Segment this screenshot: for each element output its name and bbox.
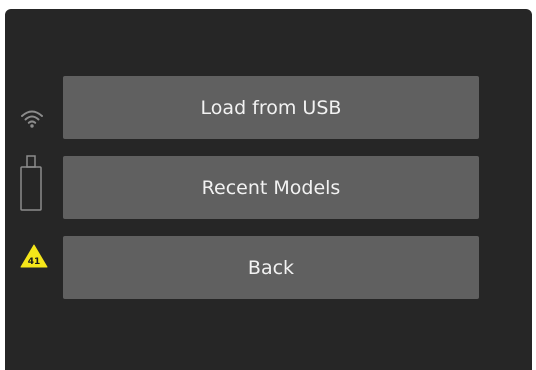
printer-screen: 41 Load from USB Recent Models Back: [5, 9, 532, 370]
recent-models-button[interactable]: Recent Models: [63, 156, 479, 219]
status-column: 41: [5, 9, 62, 370]
warning-count: 41: [28, 257, 41, 267]
load-from-usb-button[interactable]: Load from USB: [63, 76, 479, 139]
usb-drive-icon: [20, 155, 42, 211]
wifi-icon: [21, 110, 43, 128]
warning-icon: 41: [20, 244, 48, 268]
back-button[interactable]: Back: [63, 236, 479, 299]
